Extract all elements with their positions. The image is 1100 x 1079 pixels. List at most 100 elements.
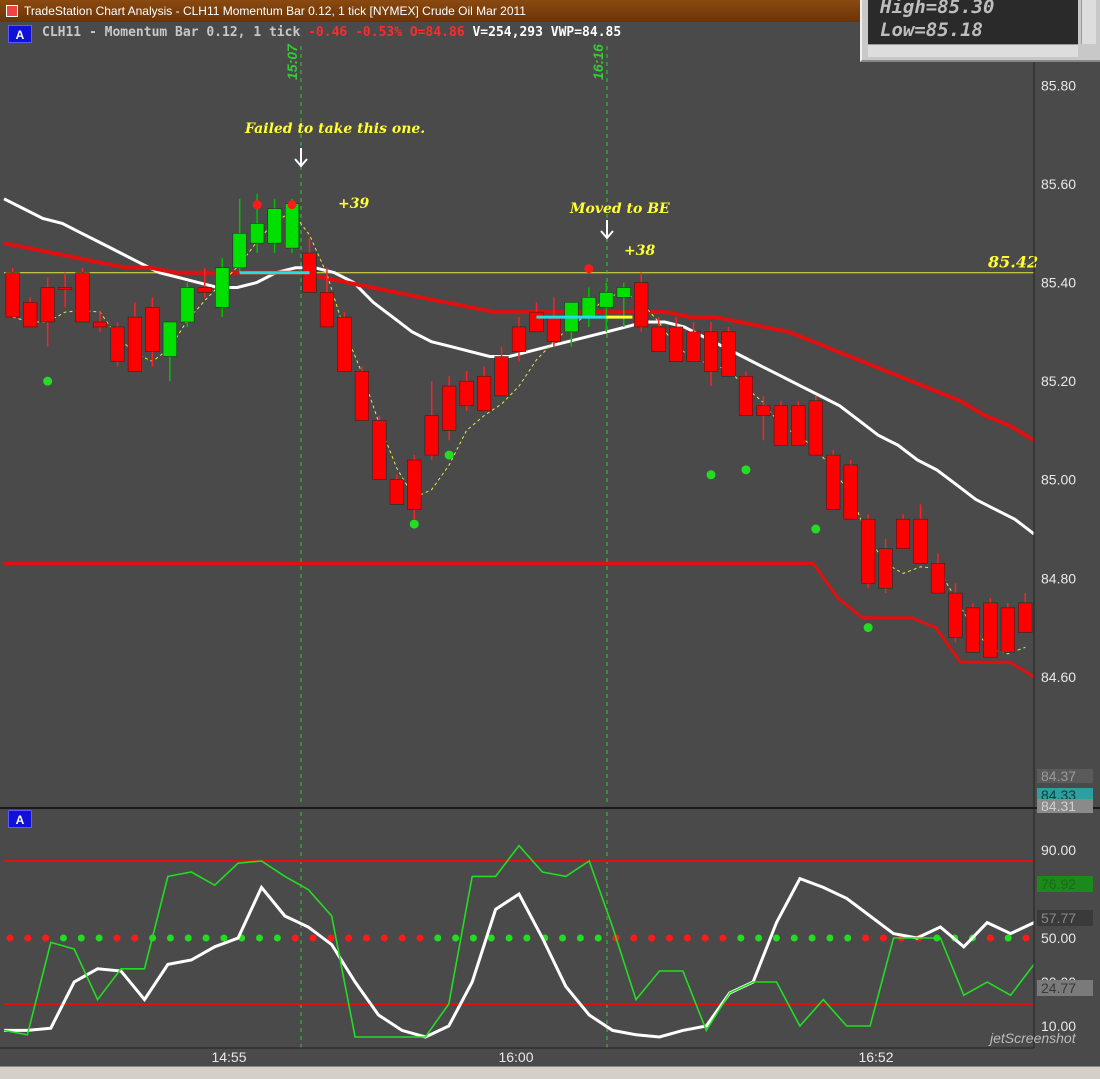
app-icon (6, 5, 18, 17)
level-dot-green (434, 934, 442, 942)
level-dot-green (755, 934, 763, 942)
trading-chart-window: 85.42 15:07 16:16 85.80 85.60 85.40 85.20 85.0… (0, 0, 1100, 1079)
signal-dot-green (409, 519, 419, 529)
level-dot-green (505, 934, 513, 942)
analysis-badge[interactable]: A (8, 25, 32, 43)
price-side-label-text: 84.37 (1041, 768, 1076, 784)
high-readout: High=85.30 (880, 0, 995, 18)
candle-body (616, 287, 631, 298)
level-dot-red (701, 934, 709, 942)
indicator-tick: 90.00 (1041, 842, 1076, 858)
candle-body (791, 405, 806, 446)
candle (407, 455, 422, 520)
level-dot-red (683, 934, 691, 942)
level-dot-red (630, 934, 638, 942)
level-dot-red (380, 934, 388, 942)
candle-body (843, 464, 858, 520)
level-dot-green (256, 934, 264, 942)
level-dot-red (1022, 934, 1030, 942)
level-dot-green (95, 934, 103, 942)
level-dot-red (291, 934, 299, 942)
candle (738, 371, 754, 416)
annotation-failed: Failed to take this one. (244, 121, 425, 137)
candle-body (983, 602, 998, 658)
level-dot-green (790, 934, 798, 942)
candle-body (808, 400, 823, 456)
candle-body (581, 297, 596, 318)
price-side-label-text: 84.31 (1041, 798, 1076, 814)
time-tick: 16:52 (858, 1049, 893, 1065)
candle-body (948, 592, 963, 638)
level-dot-red (666, 934, 674, 942)
candle-body (162, 321, 177, 357)
vertical-scrollbar[interactable] (1081, 0, 1096, 44)
level-dot-green (77, 934, 85, 942)
level-dot-red (862, 934, 870, 942)
candle (861, 514, 876, 589)
title-bar[interactable]: TradeStation Chart Analysis - CLH11 Mome… (0, 0, 860, 22)
signal-dot-red (584, 264, 594, 274)
price-tick: 85.40 (1041, 275, 1076, 291)
level-dot-green (772, 934, 780, 942)
candle (180, 282, 195, 327)
candle-body (110, 326, 125, 362)
level-dot-red (42, 934, 50, 942)
indicator-side-label-text: 24.77 (1041, 980, 1076, 996)
candle (354, 366, 369, 421)
indicator-tick: 50.00 (1041, 930, 1076, 946)
candle-body (738, 375, 754, 416)
level-dot-green (487, 934, 495, 942)
level-dot-green (220, 934, 228, 942)
level-dot-red (362, 934, 370, 942)
time-tick: 14:55 (211, 1049, 246, 1065)
candle (75, 267, 90, 323)
candle-body (267, 208, 282, 244)
candle (110, 322, 125, 367)
candle-body (145, 306, 160, 352)
candle-body (965, 607, 980, 653)
symbol-label: CLH11 - Momentum Bar 0.12, 1 tick (42, 25, 301, 40)
price-tick: 85.80 (1041, 77, 1076, 93)
level-dot-green (202, 934, 210, 942)
current-price-label: 85.42 (987, 253, 1038, 272)
level-dot-red (131, 934, 139, 942)
candle-body (861, 518, 876, 584)
signal-dot-red (252, 200, 262, 210)
candle (721, 326, 736, 377)
data-window[interactable]: High=85.30 Low=85.18 (860, 0, 1100, 62)
indicator-side-label: 24.77 (1037, 980, 1093, 996)
level-dot-green (452, 934, 460, 942)
candle-body (250, 223, 265, 244)
candle-body (5, 272, 20, 318)
candle-body (215, 267, 230, 308)
annotation-plus39: +39 (338, 196, 369, 212)
level-dot-red (879, 934, 887, 942)
watermark-logo: jetScreenshot (990, 1030, 1076, 1046)
candle-body (424, 415, 439, 456)
signal-dot-red (287, 200, 297, 210)
price-side-label: 84.31 (1037, 798, 1093, 814)
signal-dot-green (43, 376, 53, 386)
candle-body (477, 375, 492, 411)
price-tick: 84.60 (1041, 669, 1076, 685)
candle (337, 312, 352, 372)
candle-body (930, 563, 946, 594)
indicator-badge[interactable]: A (8, 810, 32, 828)
bottom-scrollbar[interactable] (0, 1066, 1100, 1079)
chart-canvas[interactable]: 85.42 15:07 16:16 85.80 85.60 85.40 85.20 85.0… (0, 0, 1100, 1079)
time-tick: 16:00 (498, 1049, 533, 1065)
price-tick: 85.20 (1041, 373, 1076, 389)
level-dot-red (416, 934, 424, 942)
level-dot-red (345, 934, 353, 942)
candle-body (459, 380, 474, 407)
candle-body (826, 454, 841, 510)
candle-body (127, 316, 142, 372)
candle-body (1000, 607, 1015, 653)
candle (372, 415, 387, 480)
candle-body (529, 311, 544, 333)
candle-body (232, 233, 247, 269)
candle-body (23, 302, 38, 328)
candle-body (546, 316, 561, 342)
horizontal-scrollbar[interactable] (868, 44, 1078, 57)
candle-body (40, 287, 55, 323)
